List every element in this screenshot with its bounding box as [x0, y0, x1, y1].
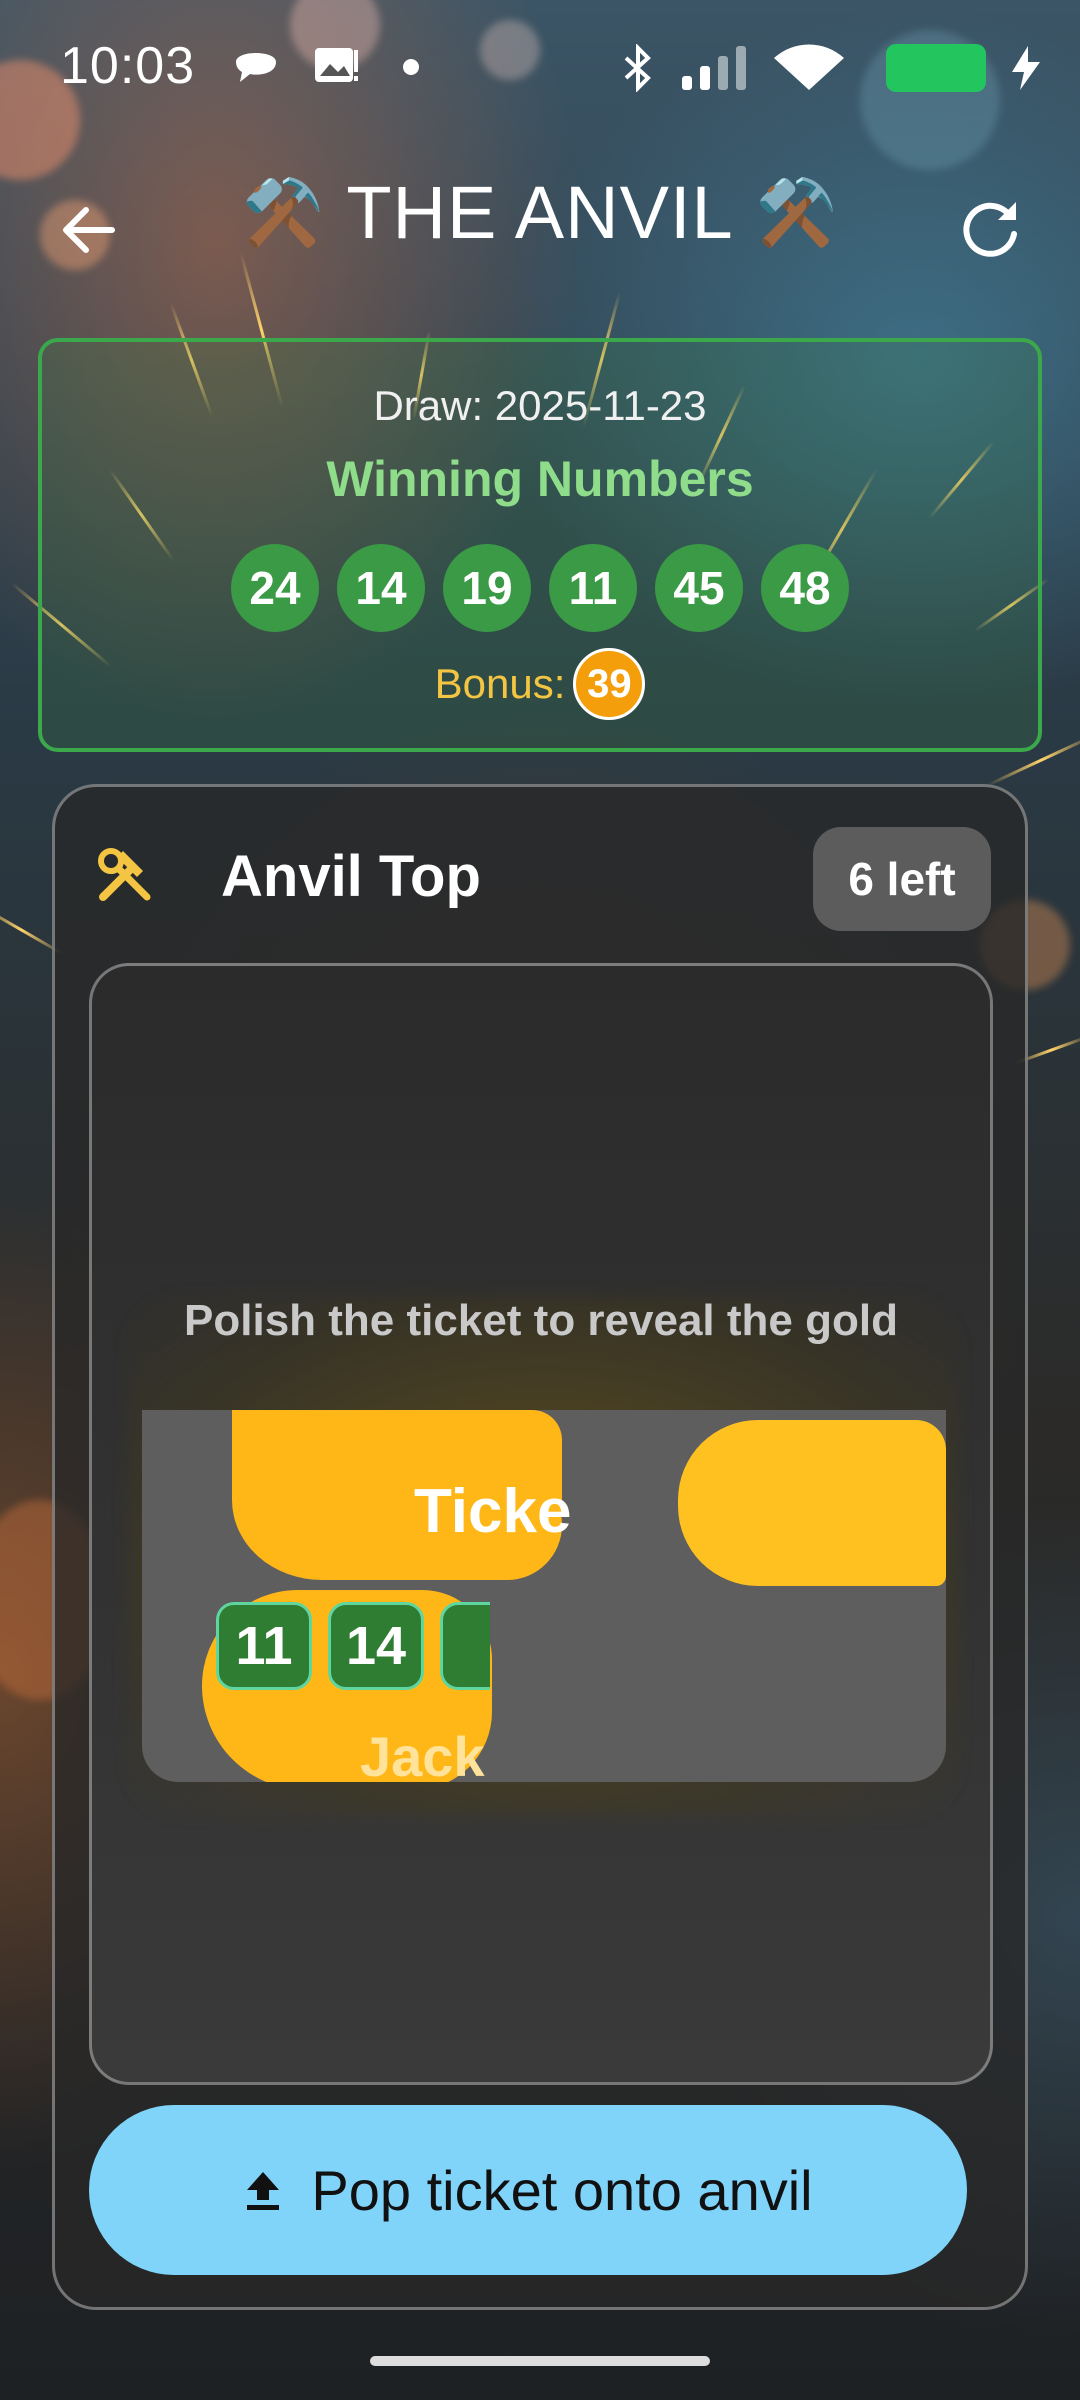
jackpot-label: Jack [360, 1725, 485, 1782]
winning-numbers-title: Winning Numbers [326, 451, 754, 507]
tickets-left-badge: 6 left [813, 827, 991, 931]
winning-ball: 11 [549, 544, 637, 632]
winning-ball: 19 [443, 544, 531, 632]
page-title: THE ANVIL [346, 171, 734, 254]
charging-bolt-icon [1012, 46, 1040, 90]
bluetooth-icon [624, 44, 651, 92]
draw-date: Draw: 2025-11-23 [373, 382, 707, 429]
chat-bubble-icon [236, 53, 276, 82]
winning-numbers-card: Draw: 2025-11-23 Winning Numbers 24 14 1… [38, 338, 1042, 752]
battery-icon [886, 44, 986, 92]
scratch-ticket[interactable]: Ticke 11 14 Jack [142, 1410, 946, 1782]
polish-hint: Polish the ticket to reveal the gold [184, 1296, 898, 1345]
ticket-scratch-area: Polish the ticket to reveal the gold Tic… [89, 963, 993, 2085]
anvil-header: Anvil Top 6 left [93, 827, 991, 931]
upload-icon [247, 2172, 280, 2210]
wifi-icon [774, 44, 844, 90]
title-group: ⚒️ THE ANVIL ⚒️ [0, 170, 1080, 255]
bonus-ball: 39 [573, 648, 646, 720]
dot-icon [403, 59, 419, 75]
pop-ticket-label: Pop ticket onto anvil [311, 2158, 813, 2222]
ticket-number: 11 [216, 1602, 312, 1690]
home-indicator[interactable] [370, 2356, 710, 2366]
app-bar: ⚒️ THE ANVIL ⚒️ [0, 160, 1080, 290]
winning-ball: 24 [231, 544, 319, 632]
bonus-label: Bonus: [434, 660, 566, 707]
winning-balls: 24 14 19 11 45 48 [42, 544, 1038, 632]
winning-ball: 48 [761, 544, 849, 632]
status-bar: 10:03 [0, 0, 1080, 130]
ticket-numbers: 11 14 [216, 1602, 490, 1690]
refresh-button[interactable] [950, 190, 1030, 270]
gold-reveal [678, 1420, 946, 1586]
anvil-title: Anvil Top [221, 844, 481, 909]
ticket-label: Ticke [414, 1477, 572, 1546]
image-notification-icon [315, 48, 358, 82]
refresh-icon [963, 202, 1017, 257]
pop-ticket-button[interactable]: Pop ticket onto anvil [89, 2105, 967, 2275]
anvil-panel: Anvil Top 6 left Polish the ticket to re… [52, 784, 1028, 2310]
ticket-number-partial [440, 1602, 490, 1690]
hammer-pick-icon: ⚒️ [755, 174, 838, 249]
hammer-wrench-icon [98, 848, 151, 901]
status-time: 10:03 [60, 37, 196, 95]
ticket-number: 14 [328, 1602, 424, 1690]
cellular-signal-icon [682, 46, 746, 90]
winning-ball: 14 [337, 544, 425, 632]
hammer-pick-icon: ⚒️ [242, 174, 325, 249]
bonus-row: Bonus: 39 [42, 648, 1038, 720]
winning-ball: 45 [655, 544, 743, 632]
